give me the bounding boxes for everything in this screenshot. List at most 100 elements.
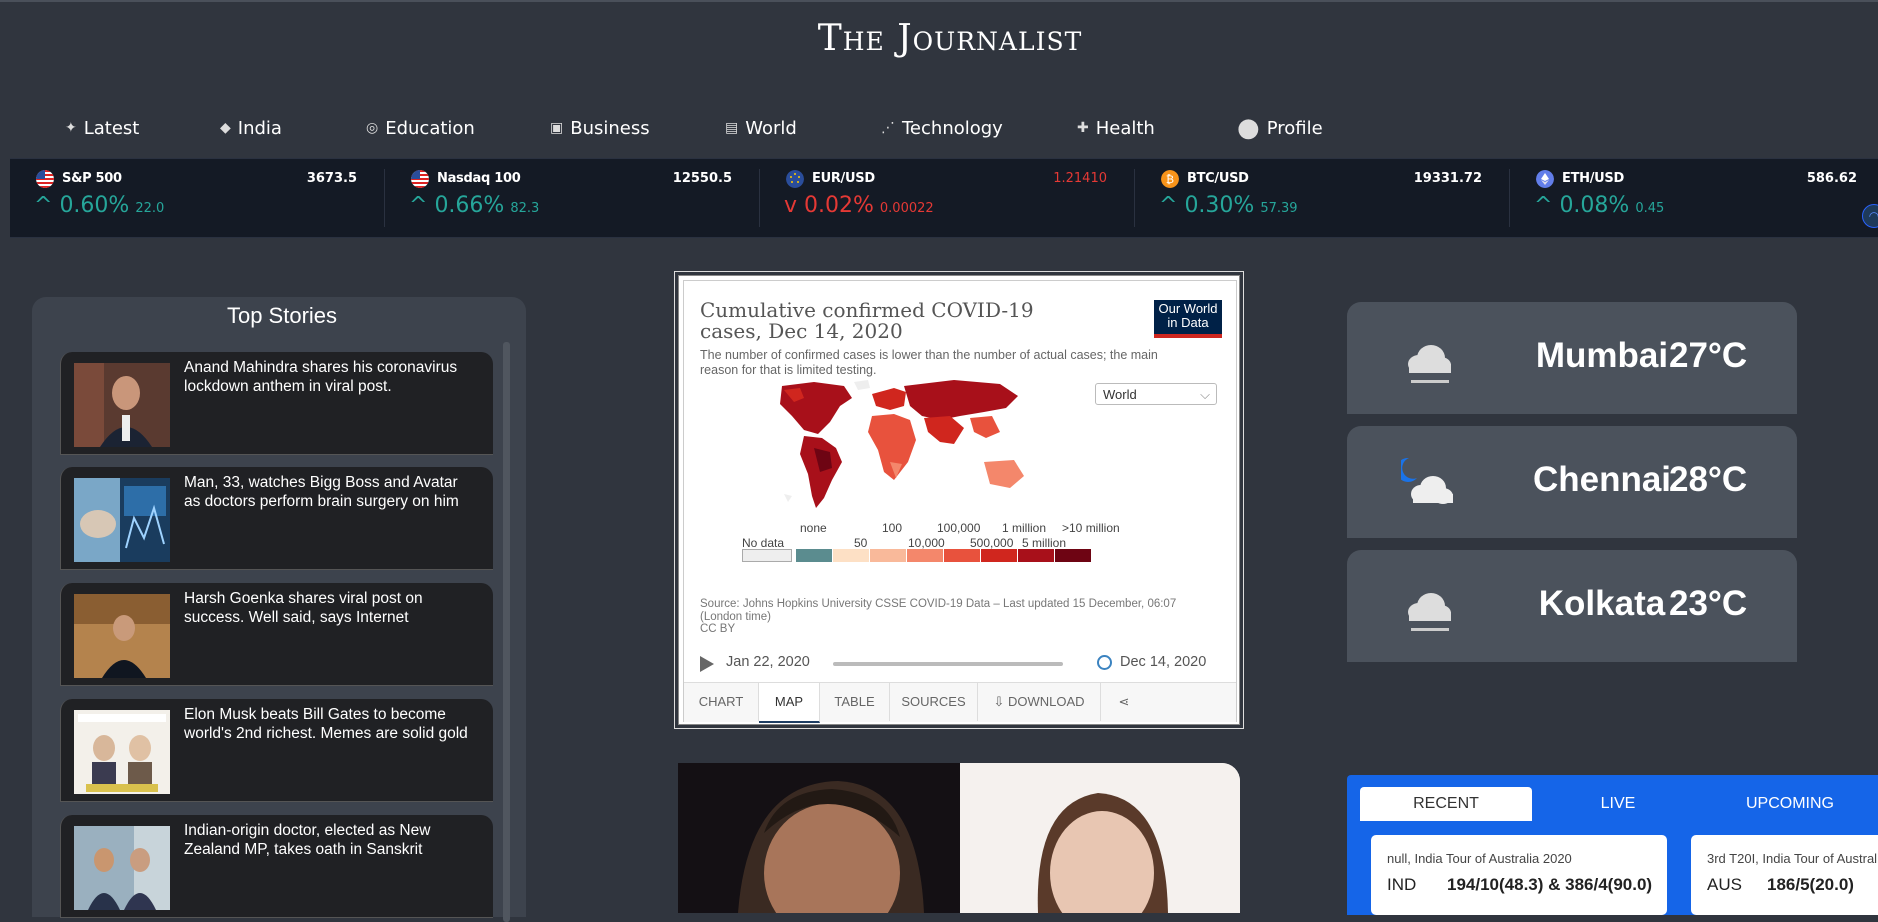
nav-india[interactable]: ◆ India [220, 112, 282, 144]
weather-card[interactable]: Kolkata 23°C [1347, 550, 1797, 662]
ticker-price: 1.21410 [1053, 171, 1107, 186]
legend-swatch [907, 549, 944, 562]
nav-latest[interactable]: ✦ Latest [65, 112, 139, 144]
ticker-change-abs: 22.0 [135, 201, 165, 216]
nav-label: World [745, 117, 797, 139]
legend-swatch [1055, 549, 1092, 562]
owid-logo[interactable]: Our World in Data [1154, 300, 1222, 338]
story-headline: Indian-origin doctor, elected as New Zea… [184, 822, 431, 858]
play-icon[interactable] [700, 656, 714, 672]
tab-sources[interactable]: SOURCES [890, 683, 978, 721]
ticker-change-pct: 0.66% [434, 193, 505, 218]
nav-label: India [237, 117, 282, 139]
down-chevron-icon: v [784, 193, 805, 218]
up-chevron-icon: ^ [34, 193, 60, 218]
top-stories-title: Top Stories [226, 303, 338, 328]
nav-health[interactable]: ✚ Health [1077, 112, 1155, 144]
world-map[interactable] [744, 376, 1044, 516]
up-chevron-icon: ^ [409, 193, 435, 218]
match-card[interactable]: null, India Tour of Australia 2020 IND 1… [1371, 835, 1667, 915]
timeline-end: Dec 14, 2020 [1120, 654, 1207, 670]
tab-map[interactable]: MAP [759, 683, 820, 723]
health-icon: ✚ [1077, 120, 1089, 136]
ticker-item[interactable]: EUR/USD 1.21410 v 0.02% 0.00022 [760, 159, 1135, 237]
owid-frame: Cumulative confirmed COVID-19 cases, Dec… [683, 280, 1237, 723]
site-title[interactable]: The Journalist [0, 18, 1878, 59]
story-headline: Harsh Goenka shares viral post on succes… [184, 590, 423, 626]
nav-label: Education [385, 117, 475, 139]
owid-title: Cumulative confirmed COVID-19 cases, Dec… [700, 298, 1034, 343]
ticker-item[interactable]: Nasdaq 100 12550.5 ^ 0.66% 82.3 [385, 159, 760, 237]
technology-icon: ⋰ [881, 120, 895, 136]
stories-scrollbar[interactable] [503, 342, 510, 922]
ticker-change: ^ 0.30% 57.39 [1159, 193, 1298, 218]
legend-swatch [944, 549, 981, 562]
ticker-change: ^ 0.08% 0.45 [1534, 193, 1664, 218]
tab-table[interactable]: TABLE [820, 683, 890, 721]
nav-education[interactable]: ◎ Education [366, 112, 475, 144]
tab-chart[interactable]: CHART [684, 683, 759, 721]
ticker-item[interactable]: ₿ BTC/USD 19331.72 ^ 0.30% 57.39 [1135, 159, 1510, 237]
sparkle-icon: ✦ [65, 120, 77, 136]
chevron-down-icon: ⌵ [1200, 387, 1210, 402]
legend-no-data-swatch [742, 549, 792, 562]
share-icon[interactable]: ⋖ [1101, 683, 1147, 721]
up-chevron-icon: ^ [1534, 193, 1560, 218]
ticker-item[interactable]: S&P 500 3673.5 ^ 0.60% 22.0 [10, 159, 385, 237]
weather-temp: 28°C [1669, 460, 1748, 499]
match-series: null, India Tour of Australia 2020 [1387, 851, 1572, 866]
ticker-change-abs: 0.00022 [879, 201, 934, 216]
top-stories-panel: Top Stories Anand Mahindra shares his co… [32, 297, 526, 922]
weather-card[interactable]: Chennai 28°C [1347, 426, 1797, 538]
region-select[interactable]: World ⌵ [1095, 383, 1217, 405]
cricket-scores-widget: RECENT LIVE UPCOMING null, India Tour of… [1347, 775, 1878, 915]
match-card[interactable]: 3rd T20I, India Tour of Australia AUS 18… [1691, 835, 1878, 915]
ticker-change-abs: 57.39 [1260, 201, 1298, 216]
story-headline: Man, 33, watches Bigg Boss and Avatar as… [184, 474, 459, 510]
legend-swatch [870, 549, 907, 562]
match-team: IND [1387, 875, 1417, 894]
nav-world[interactable]: ▤ World [725, 112, 797, 144]
owid-license[interactable]: CC BY [700, 623, 1180, 636]
story-card[interactable]: Harsh Goenka shares viral post on succes… [60, 583, 493, 686]
timeline: Jan 22, 2020 Dec 14, 2020 [700, 653, 1220, 673]
legend-label: 100 [882, 521, 903, 535]
ticker-price: 19331.72 [1413, 171, 1482, 186]
nav-profile[interactable]: ● Profile [1237, 112, 1323, 144]
education-icon: ◎ [366, 120, 379, 136]
story-card[interactable]: Anand Mahindra shares his coronavirus lo… [60, 352, 493, 455]
timeline-track[interactable] [833, 662, 1063, 666]
owid-source: Source: Johns Hopkins University CSSE CO… [700, 598, 1180, 636]
nav-business[interactable]: ▣ Business [550, 112, 650, 144]
match-team: AUS [1707, 875, 1742, 894]
tab-recent[interactable]: RECENT [1360, 787, 1532, 821]
owid-source-text: Source: Johns Hopkins University CSSE CO… [700, 598, 1177, 623]
story-card[interactable]: Elon Musk beats Bill Gates to become wor… [60, 699, 493, 802]
svg-text:₿: ₿ [1166, 173, 1174, 186]
story-card[interactable]: Man, 33, watches Bigg Boss and Avatar as… [60, 467, 493, 570]
ticker-change-pct: 0.02% [804, 193, 874, 218]
tab-upcoming[interactable]: UPCOMING [1704, 787, 1876, 821]
story-thumbnail [74, 710, 170, 794]
timeline-handle[interactable] [1097, 655, 1112, 670]
ticker-item[interactable]: ETH/USD 586.62 ^ 0.08% 0.45 [1510, 159, 1878, 237]
india-map-icon: ◆ [220, 120, 231, 136]
ticker-change-abs: 82.3 [510, 201, 540, 216]
nav-technology[interactable]: ⋰ Technology [881, 112, 1003, 144]
tab-live[interactable]: LIVE [1532, 787, 1704, 821]
weather-temp: 27°C [1669, 336, 1748, 375]
ticker-change-pct: 0.60% [59, 193, 130, 218]
weather-card[interactable]: Mumbai 27°C [1347, 302, 1797, 414]
download-icon: ⇩ [993, 694, 1008, 709]
story-thumbnail [74, 478, 170, 562]
owid-subtitle: The number of confirmed cases is lower t… [700, 348, 1158, 377]
ticker-change-abs: 0.45 [1635, 201, 1665, 216]
nav-label: Business [570, 117, 650, 139]
match-series: 3rd T20I, India Tour of Australia [1707, 851, 1878, 866]
tab-download[interactable]: ⇩ DOWNLOAD [978, 683, 1101, 721]
owid-tab-bar: CHART MAP TABLE SOURCES ⇩ DOWNLOAD ⋖ [684, 682, 1236, 723]
ticker-symbol: BTC/USD [1187, 171, 1249, 186]
bitcoin-icon: ₿ [1161, 170, 1179, 188]
news-feature-image[interactable] [678, 763, 1240, 913]
nav-label: Technology [902, 117, 1003, 139]
